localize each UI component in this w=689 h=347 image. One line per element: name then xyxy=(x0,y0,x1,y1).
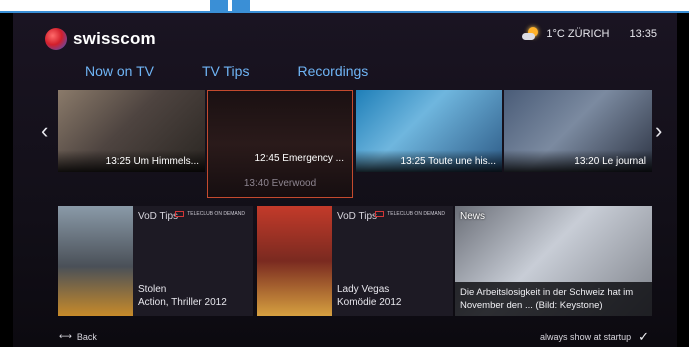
browser-top-strip xyxy=(0,0,689,13)
vod-title: Stolen xyxy=(138,284,167,295)
tab-now-on-tv[interactable]: Now on TV xyxy=(85,63,154,79)
main-tabs: Now on TV TV Tips Recordings xyxy=(85,63,368,79)
channel-caption: 13:25 Toute une his... xyxy=(356,150,502,172)
status-bar: 1°C ZÜRICH 13:35 xyxy=(522,27,657,41)
news-tile[interactable]: News Die Arbeitslosigkeit in der Schweiz… xyxy=(455,206,652,316)
vod-label: VoD Tips xyxy=(337,211,378,222)
swisscom-logo: swisscom xyxy=(45,28,156,50)
back-label: Back xyxy=(76,331,97,342)
vod-meta: Action, Thriller 2012 xyxy=(138,297,227,308)
vod-tile-lady-vegas[interactable]: VoD Tips TELECLUB ON DEMAND Lady Vegas K… xyxy=(257,206,453,316)
back-arrow-icon: ⟷ xyxy=(59,331,72,341)
startup-toggle: always show at startup ✓ xyxy=(540,329,649,345)
vod-meta: Komödie 2012 xyxy=(337,297,402,308)
weather-text: 1°C ZÜRICH xyxy=(546,28,610,40)
partly-cloudy-icon xyxy=(522,27,540,41)
channel-tile[interactable]: 13:25 Um Himmels... xyxy=(58,90,205,172)
tv-home-screen: swisscom 1°C ZÜRICH 13:35 Now on TV TV T… xyxy=(13,13,677,347)
teleclub-badge: TELECLUB ON DEMAND xyxy=(375,211,445,217)
vod-title: Lady Vegas xyxy=(337,284,390,295)
teleclub-logo-icon xyxy=(375,211,385,217)
back-button[interactable]: ⟷ Back xyxy=(59,331,97,342)
clock: 13:35 xyxy=(629,28,657,40)
brand-name: swisscom xyxy=(73,29,156,48)
chevron-right-icon[interactable]: › xyxy=(655,118,662,144)
channel-caption: 13:20 Le journal xyxy=(504,150,652,172)
tab-tv-tips[interactable]: TV Tips xyxy=(202,63,249,79)
teleclub-badge: TELECLUB ON DEMAND xyxy=(175,211,245,217)
news-label: News xyxy=(460,211,486,222)
channel-tile[interactable]: 13:25 Toute une his... xyxy=(356,90,502,172)
chevron-left-icon[interactable]: ‹ xyxy=(41,118,48,144)
vod-label: VoD Tips xyxy=(138,211,179,222)
channel-caption: 12:45 Emergency ... xyxy=(254,153,345,164)
teleclub-logo-icon xyxy=(175,211,185,217)
tab-indicator-2 xyxy=(232,0,250,11)
channel-next-program: 13:40 Everwood xyxy=(243,178,317,189)
vod-tile-stolen[interactable]: VoD Tips TELECLUB ON DEMAND Stolen Actio… xyxy=(58,206,253,316)
swisscom-logo-icon xyxy=(45,28,67,50)
checkmark-icon[interactable]: ✓ xyxy=(638,329,649,345)
tab-recordings[interactable]: Recordings xyxy=(297,63,368,79)
channel-caption: 13:25 Um Himmels... xyxy=(58,150,205,172)
channel-tile[interactable]: 13:20 Le journal xyxy=(504,90,652,172)
news-caption: Die Arbeitslosigkeit in der Schweiz hat … xyxy=(455,282,652,316)
movie-poster xyxy=(58,206,133,316)
startup-label: always show at startup xyxy=(540,332,632,342)
tab-indicator-1 xyxy=(210,0,228,11)
movie-poster xyxy=(257,206,332,316)
channel-tile-selected[interactable]: 12:45 Emergency ... 13:40 Everwood xyxy=(207,90,353,198)
